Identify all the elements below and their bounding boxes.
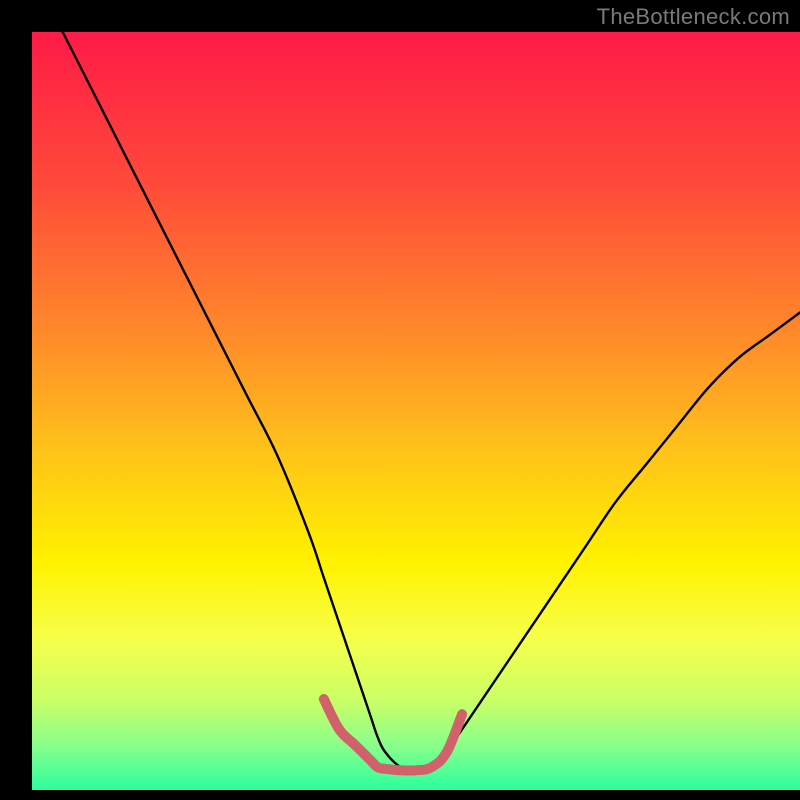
bottleneck-chart — [0, 0, 800, 800]
chart-container: TheBottleneck.com — [0, 0, 800, 800]
gradient-background — [32, 32, 800, 790]
plot-area — [32, 32, 800, 790]
attribution-label: TheBottleneck.com — [597, 4, 790, 30]
